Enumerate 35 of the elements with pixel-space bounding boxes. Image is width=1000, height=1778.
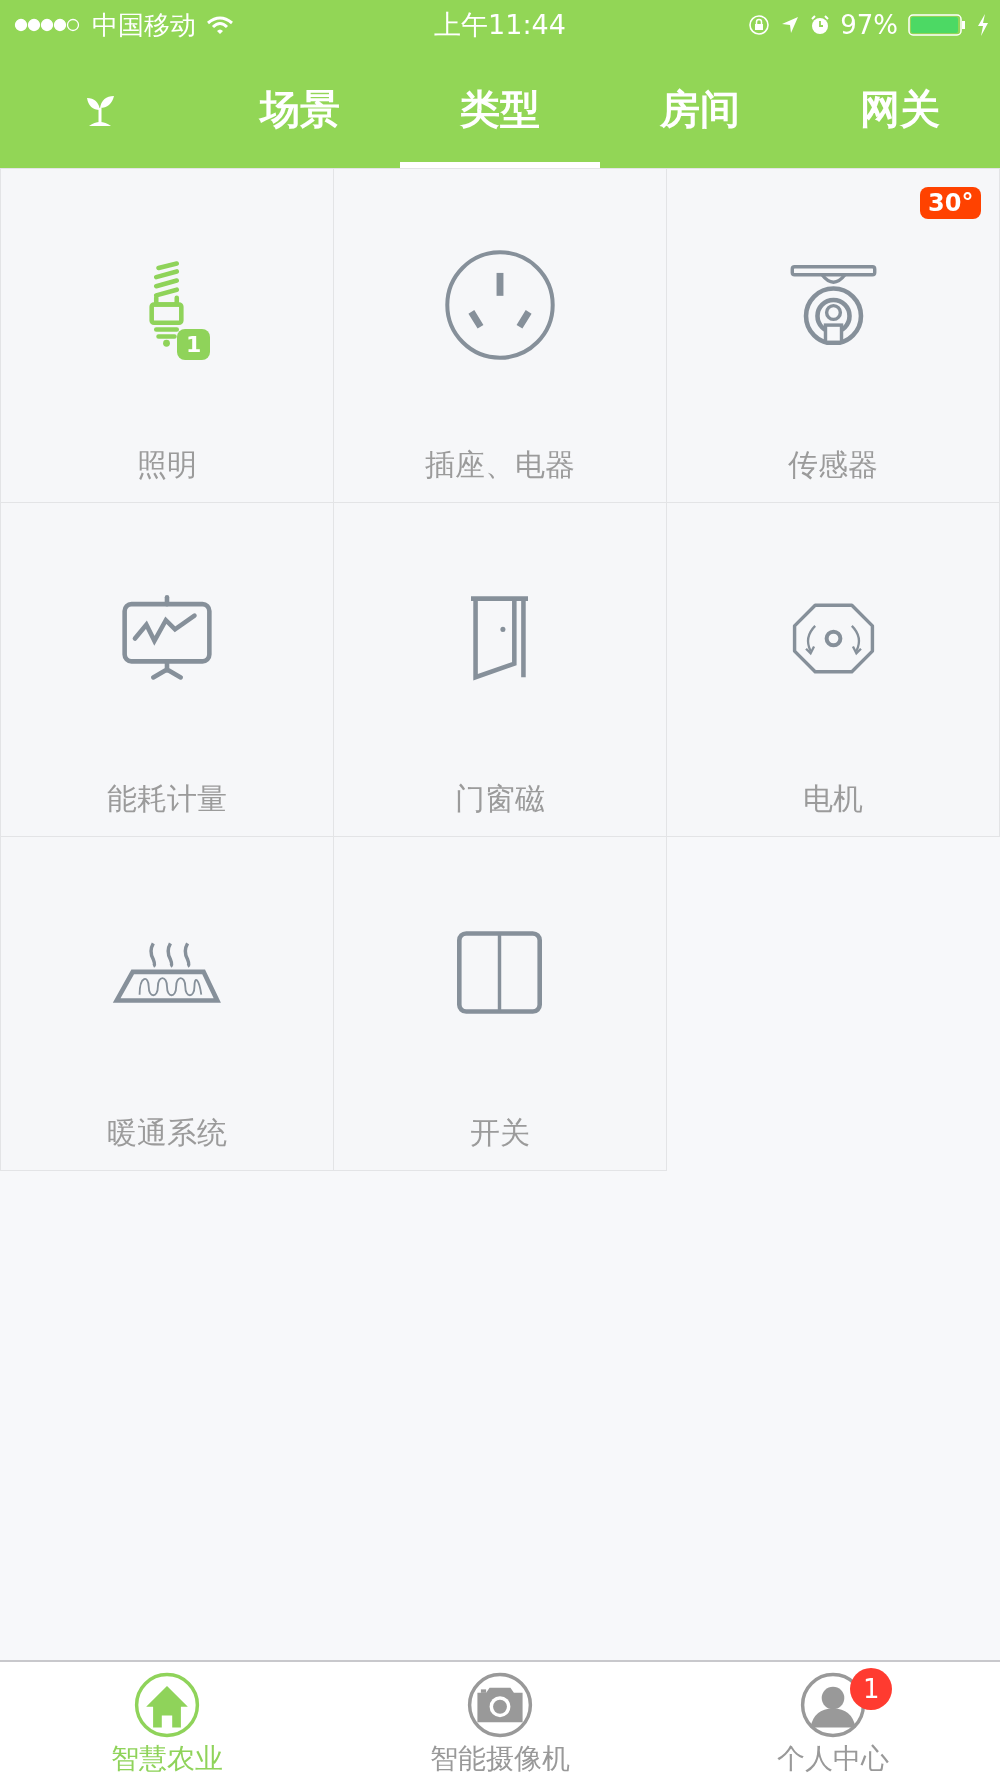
category-label: 暖通系统	[106, 1113, 227, 1152]
clock-time: 上午11:44	[434, 8, 566, 42]
carrier-name: 中国移动	[92, 8, 196, 42]
tab[interactable]: 场景	[200, 50, 400, 168]
nav-tab[interactable]: 1 个人中心	[666, 1662, 1000, 1778]
battery-icon	[908, 14, 966, 36]
wifi-icon	[206, 15, 234, 35]
category-label: 门窗磁	[455, 779, 545, 818]
person-icon	[800, 1672, 867, 1738]
category-tile[interactable]: 开关	[332, 835, 668, 1171]
category-label: 电机	[803, 779, 864, 818]
category-tile[interactable]: 1 照明	[0, 167, 334, 503]
category-tile[interactable]: 电机	[666, 501, 1000, 837]
nav-tab[interactable]: 智能摄像机	[333, 1662, 667, 1778]
notification-badge: 1	[850, 1668, 893, 1710]
tab[interactable]: 网关	[800, 50, 1000, 168]
rotation-lock-icon	[748, 14, 771, 36]
charging-bolt-icon	[976, 14, 990, 36]
location-arrow-icon	[780, 15, 801, 35]
tab[interactable]: 房间	[600, 50, 800, 168]
category-label: 开关	[470, 1113, 530, 1152]
temperature-badge: 30°	[920, 186, 982, 219]
category-tile[interactable]: 暖通系统	[0, 835, 334, 1171]
category-label: 传感器	[788, 445, 879, 484]
signal-icon	[14, 17, 82, 33]
alarm-clock-icon	[810, 15, 831, 35]
category-label: 能耗计量	[106, 779, 227, 818]
nav-tab[interactable]: 智慧农业	[0, 1662, 334, 1778]
category-label: 照明	[136, 445, 197, 484]
category-tile[interactable]: 30° 传感器	[666, 167, 1000, 503]
battery-percent: 97%	[840, 10, 898, 40]
category-label: 插座、电器	[425, 445, 575, 484]
camera-icon	[467, 1672, 533, 1738]
count-badge: 1	[176, 328, 211, 360]
house-icon	[133, 1672, 200, 1738]
